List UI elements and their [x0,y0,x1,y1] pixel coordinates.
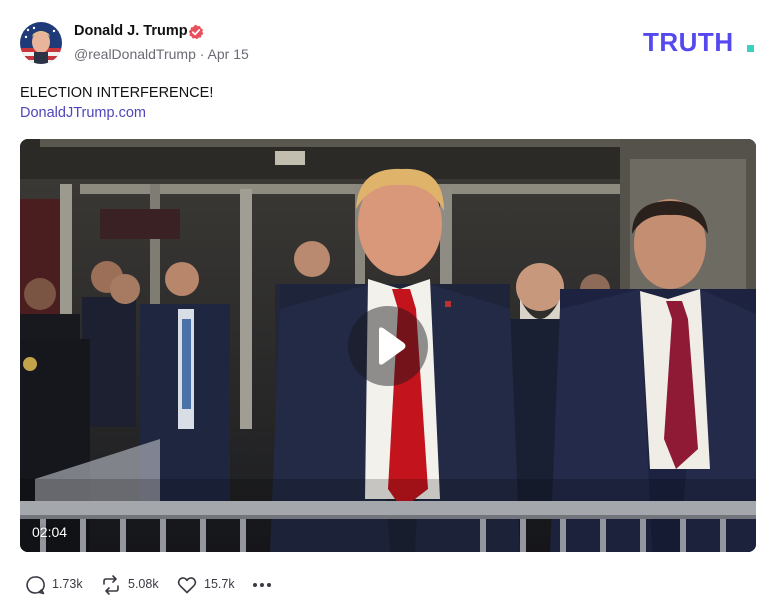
truth-post: Donald J. Trump @realDonaldTrump · Apr 1… [0,0,777,615]
play-button[interactable] [348,306,428,386]
post-link[interactable]: DonaldJTrump.com [20,105,146,121]
more-options-button[interactable] [250,574,274,596]
reply-count: 1.73k [52,577,83,591]
reply-button[interactable]: 1.73k [24,574,86,596]
author-avatar[interactable] [20,22,62,64]
post-actions: 1.73k 5.08k 15.7k [24,574,324,596]
post-text: ELECTION INTERFERENCE! [20,85,214,101]
more-icon [253,583,271,587]
truth-logo[interactable]: TRUTH [643,28,757,56]
author-name[interactable]: Donald J. Trump [74,23,188,39]
verified-badge-icon [188,24,204,40]
author-meta: @realDonaldTrump · Apr 15 [74,46,249,62]
video-player[interactable]: 02:04 [20,139,756,552]
meta-separator: · [195,46,208,62]
heart-icon [177,577,197,594]
like-count: 15.7k [204,577,235,591]
video-duration: 02:04 [32,524,68,540]
retruth-count: 5.08k [128,577,159,591]
retruth-button[interactable]: 5.08k [100,574,164,596]
like-button[interactable]: 15.7k [176,574,240,596]
author-handle[interactable]: @realDonaldTrump [74,46,196,62]
reply-icon [26,576,45,595]
retruth-icon [103,575,119,595]
play-icon [379,327,406,365]
post-date[interactable]: Apr 15 [208,46,249,62]
svg-text:TRUTH: TRUTH [643,28,734,56]
